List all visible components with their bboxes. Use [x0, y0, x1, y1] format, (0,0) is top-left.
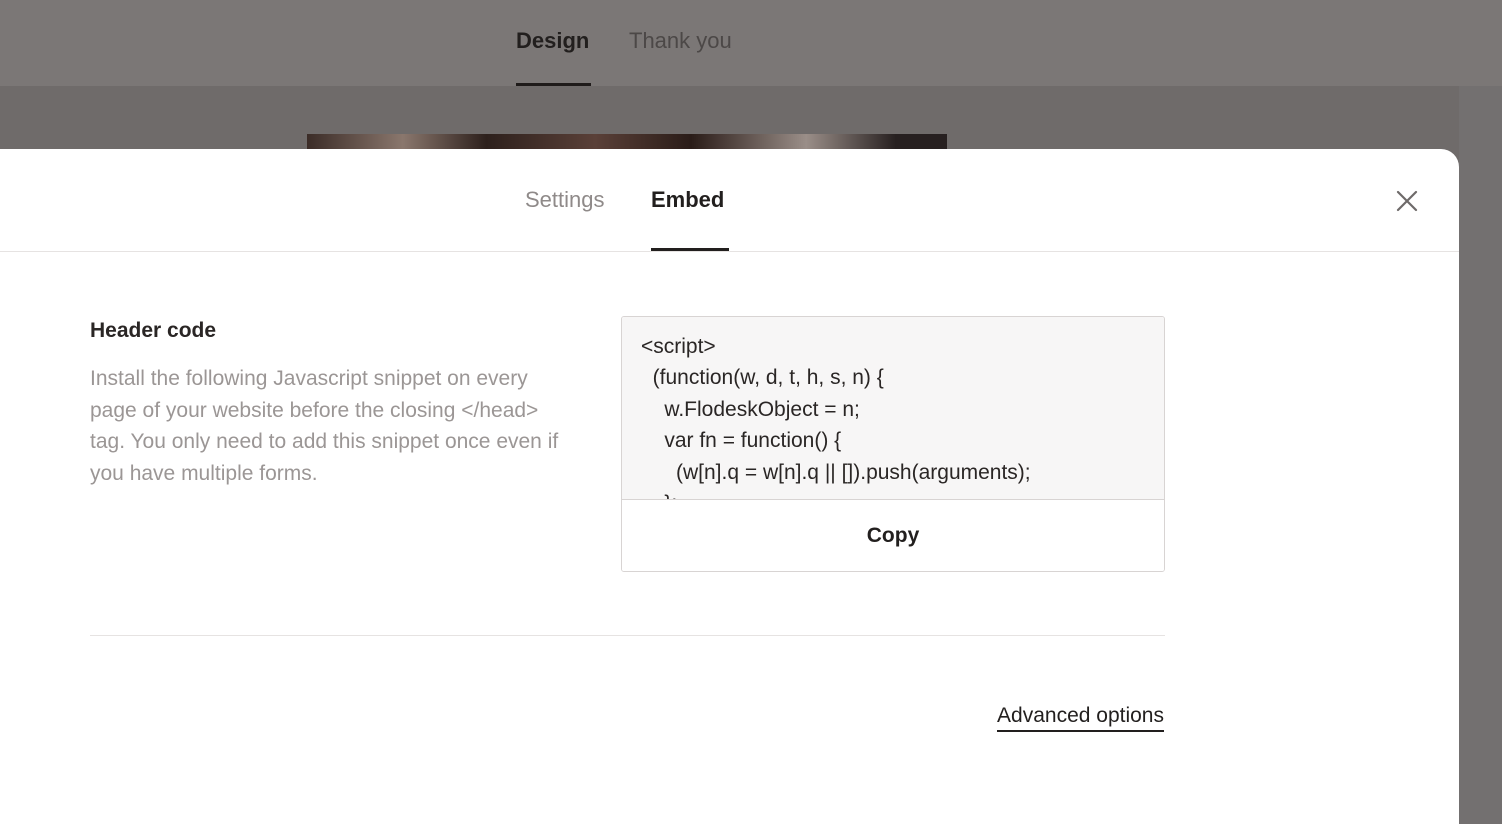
- background-top-bar: Design Thank you: [0, 0, 1502, 86]
- advanced-options-link[interactable]: Advanced options: [997, 704, 1164, 732]
- close-icon: [1396, 190, 1418, 212]
- header-code-description: Install the following Javascript snippet…: [90, 367, 559, 485]
- tab-settings[interactable]: Settings: [525, 187, 605, 213]
- bg-tab-design: Design: [516, 28, 590, 53]
- embed-modal: Settings Embed Header code Install the f…: [0, 149, 1459, 824]
- code-snippet-box: <script> (function(w, d, t, h, s, n) { w…: [621, 316, 1165, 572]
- background-right-edge: [1459, 86, 1502, 824]
- copy-button[interactable]: Copy: [622, 501, 1164, 571]
- code-snippet-text: <script> (function(w, d, t, h, s, n) { w…: [641, 335, 1031, 499]
- bg-tab-thank-you: Thank you: [629, 28, 732, 53]
- header-code-title: Header code: [90, 319, 217, 342]
- close-button[interactable]: [1392, 186, 1422, 216]
- section-divider: [90, 635, 1165, 636]
- active-tab-indicator: [651, 248, 729, 251]
- tab-embed[interactable]: Embed: [651, 187, 724, 213]
- modal-header: Settings Embed: [0, 149, 1459, 252]
- code-snippet-area[interactable]: <script> (function(w, d, t, h, s, n) { w…: [622, 317, 1164, 500]
